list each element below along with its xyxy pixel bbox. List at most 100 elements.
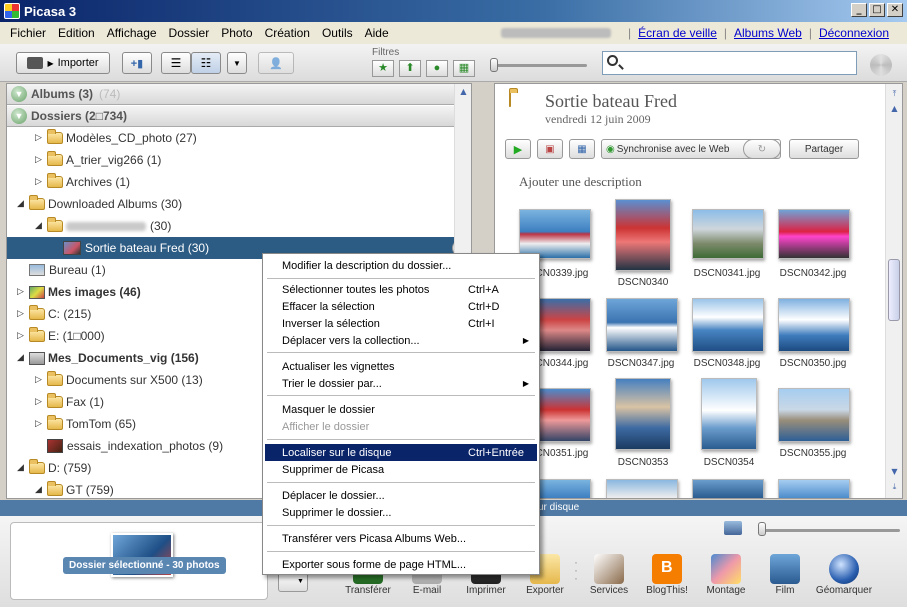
share-button[interactable]: Partager bbox=[789, 139, 859, 159]
menu-fichier[interactable]: Fichier bbox=[4, 26, 52, 40]
album-scrollbar-thumb[interactable] bbox=[888, 259, 900, 321]
photo-thumbnail[interactable] bbox=[692, 479, 764, 498]
filter-starred-button[interactable]: ★ bbox=[372, 60, 394, 77]
menu-item-trier-dossier[interactable]: Trier le dossier par... ▶ bbox=[265, 375, 537, 392]
album-scrollbar[interactable]: ⤒ ▲ ▼ ⤓ bbox=[885, 84, 902, 498]
tree-folder-archives[interactable]: ▷ Archives (1) bbox=[35, 171, 130, 193]
expand-arrow-icon[interactable]: ▷ bbox=[35, 177, 45, 187]
link-albums-web[interactable]: Albums Web bbox=[734, 26, 802, 40]
link-deconnexion[interactable]: Déconnexion bbox=[819, 26, 889, 40]
film-icon[interactable] bbox=[770, 554, 800, 584]
filter-uploaded-button[interactable]: ⬆ bbox=[399, 60, 421, 77]
collapse-arrow-icon[interactable]: ◢ bbox=[35, 485, 45, 495]
search-input[interactable] bbox=[602, 51, 857, 75]
photo-thumbnail[interactable] bbox=[701, 378, 757, 450]
expand-arrow-icon[interactable]: ▷ bbox=[17, 309, 27, 319]
dossiers-section-header[interactable]: ▼ Dossiers (2□734) bbox=[7, 106, 455, 127]
photo-thumbnail[interactable] bbox=[692, 209, 764, 259]
scroll-up-arrow-icon[interactable]: ▲ bbox=[889, 104, 900, 115]
collapse-arrow-icon[interactable]: ◢ bbox=[17, 199, 27, 209]
tree-folder-essais-indexation[interactable]: essais_indexation_photos (9) bbox=[47, 435, 223, 457]
menu-aide[interactable]: Aide bbox=[359, 26, 395, 40]
expand-arrow-icon[interactable]: ▷ bbox=[35, 397, 45, 407]
montage-icon[interactable] bbox=[711, 554, 741, 584]
menu-item-actualiser-vignettes[interactable]: Actualiser les vignettes bbox=[265, 358, 537, 375]
slideshow-button[interactable]: ▶ bbox=[505, 139, 531, 159]
scroll-bottom-arrow-icon[interactable]: ⤓ bbox=[889, 482, 900, 493]
photo-thumbnail[interactable] bbox=[519, 209, 591, 259]
tree-folder-blurred[interactable]: ◢ (30) bbox=[35, 215, 171, 237]
list-view-button[interactable]: ☰ bbox=[161, 52, 191, 74]
date-filter-slider-handle[interactable] bbox=[490, 58, 498, 72]
collapse-arrow-icon[interactable]: ◢ bbox=[35, 221, 45, 231]
collapse-arrow-icon[interactable]: ◢ bbox=[17, 353, 27, 363]
photo-thumbnail[interactable] bbox=[778, 388, 850, 442]
scroll-down-arrow-icon[interactable]: ▼ bbox=[889, 467, 900, 478]
scroll-up-arrow-icon[interactable]: ▲ bbox=[458, 87, 469, 98]
expand-arrow-icon[interactable]: ▷ bbox=[17, 331, 27, 341]
services-book-icon[interactable] bbox=[594, 554, 624, 584]
selection-tray-box[interactable]: Dossier sélectionné - 30 photos bbox=[10, 522, 268, 600]
tree-view-button[interactable]: ☷ bbox=[191, 52, 221, 74]
link-ecran-de-veille[interactable]: Écran de veille bbox=[638, 26, 717, 40]
thumbnail-size-slider[interactable] bbox=[760, 529, 900, 532]
maximize-button[interactable]: □ bbox=[869, 3, 885, 17]
expand-arrow-icon[interactable]: ▷ bbox=[35, 375, 45, 385]
close-button[interactable]: ✕ bbox=[887, 3, 903, 17]
menu-item-transferer-albums-web[interactable]: Transférer vers Picasa Albums Web... bbox=[265, 530, 537, 547]
tree-folder-c-drive[interactable]: ▷ C: (215) bbox=[17, 303, 91, 325]
expand-arrow-icon[interactable]: ▷ bbox=[35, 155, 45, 165]
tree-folder-mes-documents-vig[interactable]: ◢ Mes_Documents_vig (156) bbox=[17, 347, 199, 369]
expand-arrow-icon[interactable]: ▷ bbox=[35, 133, 45, 143]
photo-thumbnail[interactable] bbox=[778, 209, 850, 259]
tray-options-button[interactable]: ▼ bbox=[278, 572, 308, 592]
photo-thumbnail[interactable] bbox=[606, 298, 678, 352]
menu-item-modifier-description[interactable]: Modifier la description du dossier... bbox=[265, 257, 537, 274]
scroll-top-arrow-icon[interactable]: ⤒ bbox=[889, 89, 900, 100]
menu-item-localiser-disque[interactable]: Localiser sur le disque Ctrl+Entrée bbox=[265, 444, 537, 461]
collage-button[interactable]: ▣ bbox=[537, 139, 563, 159]
expand-arrow-icon[interactable]: ▷ bbox=[35, 419, 45, 429]
thumbnail-size-slider-handle[interactable] bbox=[758, 522, 766, 536]
tree-folder-downloaded-albums[interactable]: ◢ Downloaded Albums (30) bbox=[17, 193, 182, 215]
photo-thumbnail[interactable] bbox=[778, 479, 850, 498]
album-description[interactable]: Ajouter une description bbox=[519, 174, 642, 190]
menu-outils[interactable]: Outils bbox=[316, 26, 359, 40]
tree-folder-modeles-cd-photo[interactable]: ▷ Modèles_CD_photo (27) bbox=[35, 127, 197, 149]
menu-item-inverser-selection[interactable]: Inverser la sélection Ctrl+I bbox=[265, 315, 537, 332]
tree-folder-bureau[interactable]: Bureau (1) bbox=[29, 259, 106, 281]
date-filter-slider[interactable] bbox=[492, 64, 587, 67]
tree-folder-a-trier[interactable]: ▷ A_trier_vig266 (1) bbox=[35, 149, 161, 171]
menu-item-deplacer-dossier[interactable]: Déplacer le dossier... bbox=[265, 487, 537, 504]
menu-edition[interactable]: Edition bbox=[52, 26, 101, 40]
albums-section-header[interactable]: ▼ Albums (3) (74) bbox=[7, 84, 455, 105]
photo-thumbnail[interactable] bbox=[778, 298, 850, 352]
blogger-icon[interactable]: B bbox=[652, 554, 682, 584]
tree-folder-e-drive[interactable]: ▷ E: (1□000) bbox=[17, 325, 105, 347]
timeline-button[interactable]: ▦ bbox=[569, 139, 595, 159]
collapse-arrow-icon[interactable]: ◢ bbox=[17, 463, 27, 473]
google-earth-icon[interactable] bbox=[829, 554, 859, 584]
minimize-button[interactable]: _ bbox=[851, 3, 867, 17]
view-dropdown-button[interactable]: ▼ bbox=[227, 52, 247, 74]
menu-item-deplacer-collection[interactable]: Déplacer vers la collection... ▶ bbox=[265, 332, 537, 349]
tree-folder-d-drive[interactable]: ◢ D: (759) bbox=[17, 457, 91, 479]
filter-faces-button[interactable]: ● bbox=[426, 60, 448, 77]
menu-item-exporter-html[interactable]: Exporter sous forme de page HTML... bbox=[265, 556, 537, 573]
add-to-album-button[interactable]: +▮ bbox=[122, 52, 152, 74]
tree-folder-documents-sur-x500[interactable]: ▷ Documents sur X500 (13) bbox=[35, 369, 203, 391]
tree-folder-gt[interactable]: ◢ GT (759) bbox=[35, 479, 114, 498]
people-button[interactable]: 👤 bbox=[258, 52, 294, 74]
menu-item-masquer-dossier[interactable]: Masquer le dossier bbox=[265, 401, 537, 418]
menu-item-supprimer-de-picasa[interactable]: Supprimer de Picasa bbox=[265, 461, 537, 478]
photo-thumbnail[interactable] bbox=[615, 199, 671, 271]
tree-folder-fax[interactable]: ▷ Fax (1) bbox=[35, 391, 104, 413]
expand-arrow-icon[interactable]: ▷ bbox=[17, 287, 27, 297]
tree-folder-tomtom[interactable]: ▷ TomTom (65) bbox=[35, 413, 136, 435]
menu-affichage[interactable]: Affichage bbox=[101, 26, 163, 40]
photo-thumbnail[interactable] bbox=[692, 298, 764, 352]
sync-switch[interactable]: ↻ bbox=[743, 139, 781, 159]
menu-dossier[interactable]: Dossier bbox=[163, 26, 216, 40]
photo-thumbnail[interactable] bbox=[606, 479, 678, 498]
menu-item-effacer-selection[interactable]: Effacer la sélection Ctrl+D bbox=[265, 298, 537, 315]
